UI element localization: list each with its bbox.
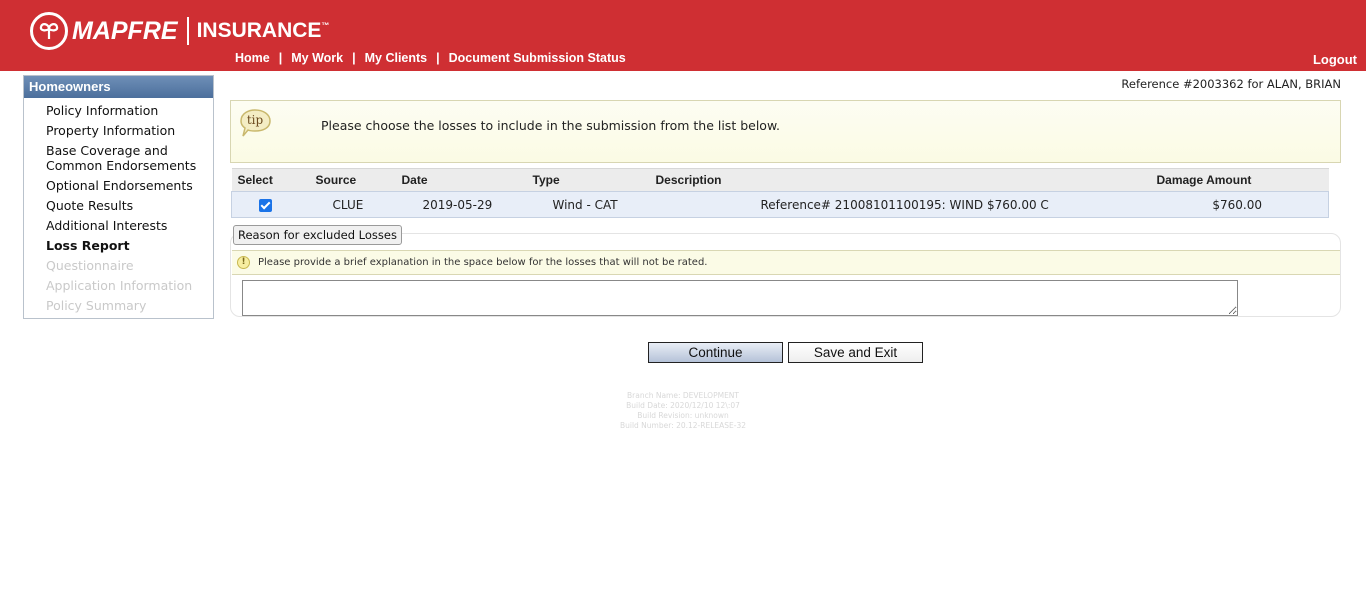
column-header-type: Type <box>526 168 650 192</box>
type-cell: Wind - CAT <box>526 191 650 218</box>
column-header-damage-amount: Damage Amount <box>1150 168 1329 192</box>
logout-link[interactable]: Logout <box>1313 52 1357 67</box>
excluded-losses-info: ! Please provide a brief explanation in … <box>232 250 1340 275</box>
sidebar-item-optional-endorsements[interactable]: Optional Endorsements <box>24 178 213 193</box>
damage-amount-cell: $760.00 <box>1150 191 1329 218</box>
brand-divider <box>186 17 189 45</box>
nav-document-submission-status[interactable]: Document Submission Status <box>449 51 626 65</box>
mapfre-emblem-icon <box>30 12 68 50</box>
save-and-exit-button[interactable]: Save and Exit <box>788 342 923 363</box>
sidebar: Homeowners Policy Information Property I… <box>23 75 214 319</box>
date-cell: 2019-05-29 <box>395 191 527 218</box>
source-cell: CLUE <box>309 191 396 218</box>
top-navigation: Home | My Work | My Clients | Document S… <box>235 51 626 65</box>
brand-name: MAPFRE <box>72 16 178 45</box>
tip-box: tip Please choose the losses to include … <box>230 100 1341 163</box>
sidebar-item-policy-information[interactable]: Policy Information <box>24 103 213 118</box>
select-cell <box>231 191 310 218</box>
sidebar-item-application-information: Application Information <box>46 278 193 293</box>
description-cell: Reference# 21008101100195: WIND $760.00 … <box>649 191 1151 218</box>
tip-bubble-icon: tip <box>237 107 273 142</box>
nav-separator: | <box>278 51 283 65</box>
nav-home[interactable]: Home <box>235 51 270 65</box>
nav-separator: | <box>352 51 356 65</box>
tip-message: Please choose the losses to include in t… <box>321 118 780 133</box>
info-exclamation-icon: ! <box>237 256 250 269</box>
tip-label: tip <box>247 113 264 127</box>
table-row[interactable]: CLUE 2019-05-29 Wind - CAT Reference# 21… <box>231 191 1329 218</box>
build-number: Build Number: 20.12-RELEASE-32 <box>619 421 747 430</box>
build-info: Branch Name: DEVELOPMENT Build Date: 202… <box>0 391 1366 431</box>
trademark-mark: ™ <box>321 21 330 30</box>
brand-subtitle: INSURANCE™ <box>196 19 330 42</box>
nav-my-clients[interactable]: My Clients <box>365 51 428 65</box>
table-header-row: Select Source Date Type Description Dama… <box>231 168 1329 192</box>
excluded-losses-reason-textarea[interactable] <box>242 280 1238 316</box>
column-header-select: Select <box>231 168 310 192</box>
continue-button[interactable]: Continue <box>648 342 783 363</box>
build-revision: Build Revision: unknown <box>637 411 729 420</box>
build-date: Build Date: 2020/12/10 12\:07 <box>626 401 740 410</box>
column-header-date: Date <box>395 168 527 192</box>
sidebar-item-property-information[interactable]: Property Information <box>24 123 213 138</box>
sidebar-item-quote-results[interactable]: Quote Results <box>24 198 213 213</box>
select-loss-checkbox[interactable] <box>259 198 272 212</box>
excluded-losses-info-text: Please provide a brief explanation in th… <box>258 257 708 268</box>
nav-my-work[interactable]: My Work <box>291 51 343 65</box>
excluded-losses-section: Reason for excluded Losses ! Please prov… <box>230 225 1341 317</box>
sidebar-item-loss-report[interactable]: Loss Report <box>24 238 213 253</box>
sidebar-item-additional-interests[interactable]: Additional Interests <box>24 218 213 233</box>
excluded-losses-legend[interactable]: Reason for excluded Losses <box>233 225 402 245</box>
nav-separator: | <box>436 51 440 65</box>
column-header-source: Source <box>309 168 396 192</box>
sidebar-item-base-coverage[interactable]: Base Coverage and Common Endorsements <box>24 143 213 173</box>
sidebar-title: Homeowners <box>24 76 213 98</box>
sidebar-list: Policy Information Property Information … <box>24 98 213 313</box>
build-branch: Branch Name: DEVELOPMENT <box>627 391 739 400</box>
sidebar-item-questionnaire: Questionnaire <box>46 258 134 273</box>
sidebar-item-policy-summary: Policy Summary <box>46 298 147 313</box>
reference-label: Reference #2003362 for ALAN, BRIAN <box>1121 77 1341 91</box>
losses-table: Select Source Date Type Description Dama… <box>231 168 1329 218</box>
column-header-description: Description <box>649 168 1151 192</box>
app-header: MAPFRE INSURANCE™ Home | My Work | My Cl… <box>0 0 1366 71</box>
mapfre-logo[interactable]: MAPFRE INSURANCE™ <box>30 12 329 50</box>
